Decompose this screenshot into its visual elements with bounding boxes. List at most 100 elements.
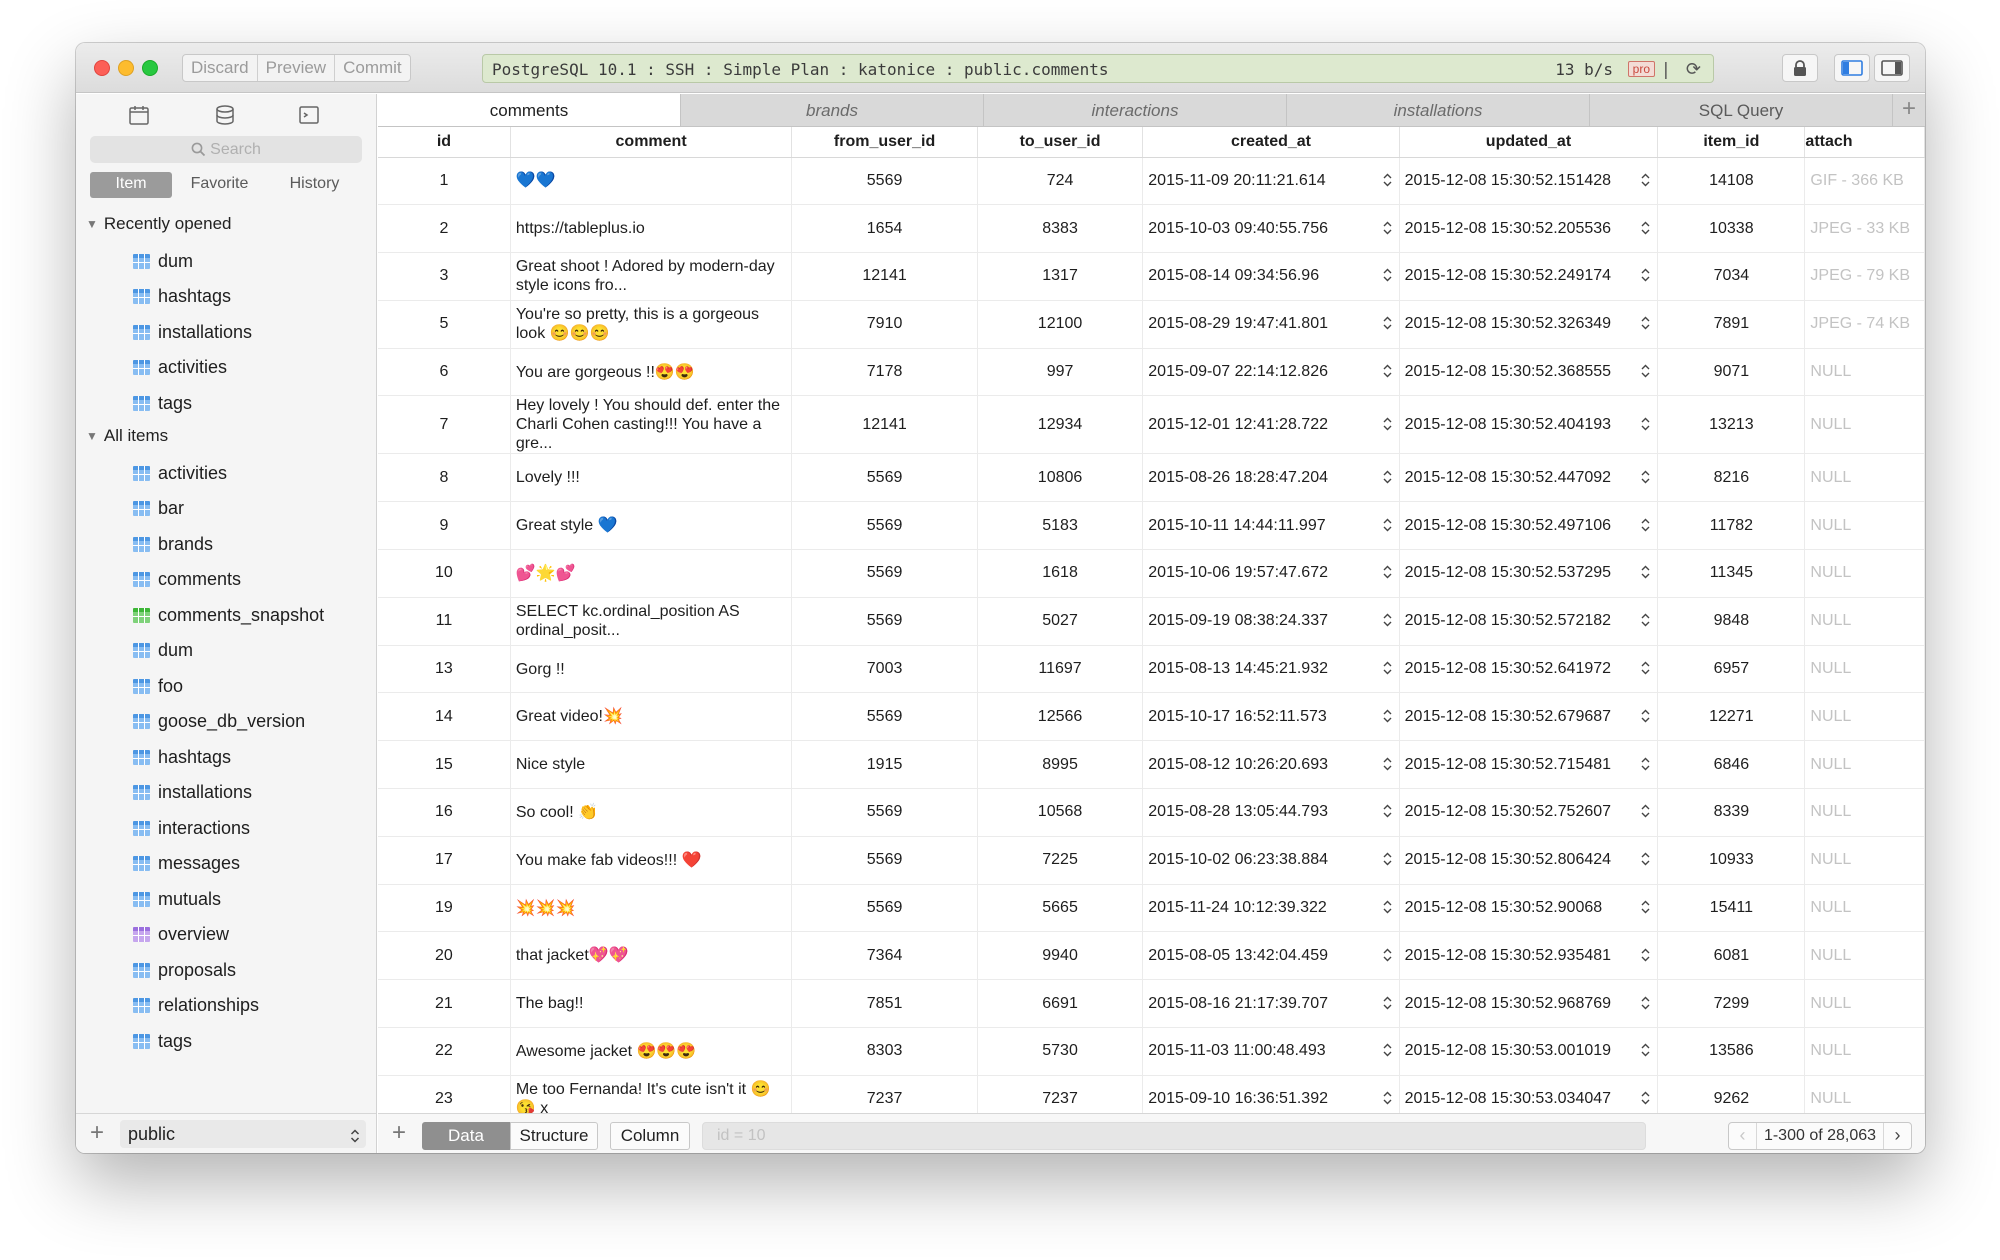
cell-updated-at[interactable]: 2015-12-08 15:30:52.151428 (1399, 157, 1659, 206)
cell-id[interactable]: 2 (378, 204, 511, 254)
stepper-icon[interactable] (1383, 709, 1392, 725)
table-row[interactable]: 16 So cool! 👏 5569 10568 2015-08-28 13:05:44… (378, 788, 1925, 837)
sidebar-item-installations[interactable]: installations (133, 778, 252, 808)
cell-comment[interactable]: Me too Fernanda! It's cute isn't it 😊 😘 … (510, 1075, 793, 1113)
cell-comment[interactable]: Great shoot ! Adored by modern-day style… (510, 252, 793, 301)
table-row[interactable]: 14 Great video!💥 5569 12566 2015-10-17 16:52… (378, 692, 1925, 742)
table-row[interactable]: 20 that jacket💖💖 7364 9940 2015-08-05 13:42… (378, 931, 1925, 981)
sidebar-item-proposals[interactable]: proposals (133, 955, 236, 985)
connection-status-bar[interactable]: PostgreSQL 10.1 : SSH : Simple Plan : ka… (482, 54, 1714, 83)
cell-from-user-id[interactable]: 5569 (791, 597, 978, 646)
stepper-icon[interactable] (1383, 804, 1392, 820)
toggle-left-panel-button[interactable] (1834, 54, 1870, 82)
cell-comment[interactable]: Lovely !!! (510, 453, 793, 503)
cell-attach[interactable]: NULL (1804, 788, 1925, 837)
sidebar-item-overview[interactable]: overview (133, 920, 229, 950)
cell-updated-at[interactable]: 2015-12-08 15:30:52.497106 (1399, 501, 1659, 551)
sidebar-item-installations[interactable]: installations (133, 317, 252, 347)
stepper-icon[interactable] (1641, 1091, 1650, 1107)
cell-id[interactable]: 17 (378, 836, 511, 885)
stepper-icon[interactable] (1641, 804, 1650, 820)
cell-item-id[interactable]: 7034 (1657, 252, 1806, 301)
calendar-icon[interactable] (128, 104, 150, 126)
stepper-icon[interactable] (1383, 996, 1392, 1012)
sidebar-item-comments-snapshot[interactable]: comments_snapshot (133, 600, 324, 630)
sidebar-item-mutuals[interactable]: mutuals (133, 884, 221, 914)
cell-attach[interactable]: NULL (1804, 348, 1925, 397)
sidebar-item-goose-db-version[interactable]: goose_db_version (133, 707, 305, 737)
table-row[interactable]: 22 Awesome jacket 😍😍😍 8303 5730 2015-11-03 1… (378, 1027, 1925, 1076)
cell-item-id[interactable]: 11782 (1657, 501, 1806, 551)
cell-from-user-id[interactable]: 5569 (791, 501, 978, 551)
stepper-icon[interactable] (1383, 417, 1392, 433)
cell-comment[interactable]: 💥💥💥 (510, 884, 793, 933)
cell-attach[interactable]: NULL (1804, 597, 1925, 646)
sidebar-item-comments[interactable]: comments (133, 565, 241, 595)
cell-to-user-id[interactable]: 5183 (977, 501, 1144, 551)
cell-created-at[interactable]: 2015-08-26 18:28:47.204 (1142, 453, 1400, 503)
stepper-icon[interactable] (1383, 1043, 1392, 1059)
cell-comment[interactable]: Great style 💙 (510, 501, 793, 551)
cell-id[interactable]: 11 (378, 597, 511, 646)
sidebar-item-tags[interactable]: tags (133, 388, 192, 418)
column-header-item-id[interactable]: item_id (1657, 127, 1806, 158)
cell-from-user-id[interactable]: 7910 (791, 300, 978, 349)
cell-attach[interactable]: JPEG - 33 KB (1804, 204, 1925, 254)
cell-comment[interactable]: Great video!💥 (510, 692, 793, 742)
cell-to-user-id[interactable]: 7225 (977, 836, 1144, 885)
cell-from-user-id[interactable]: 8303 (791, 1027, 978, 1076)
stepper-icon[interactable] (1641, 1043, 1650, 1059)
stepper-icon[interactable] (1383, 268, 1392, 284)
cell-updated-at[interactable]: 2015-12-08 15:30:52.90068 (1399, 884, 1659, 933)
filter-input[interactable]: id = 10 (702, 1122, 1646, 1150)
cell-created-at[interactable]: 2015-08-13 14:45:21.932 (1142, 645, 1400, 694)
cell-comment[interactable]: The bag!! (510, 979, 793, 1029)
cell-to-user-id[interactable]: 5730 (977, 1027, 1144, 1076)
cell-to-user-id[interactable]: 10806 (977, 453, 1144, 503)
stepper-icon[interactable] (1383, 661, 1392, 677)
cell-created-at[interactable]: 2015-09-19 08:38:24.337 (1142, 597, 1400, 646)
table-row[interactable]: 6 You are gorgeous !!😍😍 7178 997 2015-09-07 … (378, 348, 1925, 397)
stepper-icon[interactable] (1641, 316, 1650, 332)
cell-from-user-id[interactable]: 5569 (791, 836, 978, 885)
cell-created-at[interactable]: 2015-09-10 16:36:51.392 (1142, 1075, 1400, 1113)
cell-item-id[interactable]: 6081 (1657, 931, 1806, 981)
cell-created-at[interactable]: 2015-09-07 22:14:12.826 (1142, 348, 1400, 397)
cell-updated-at[interactable]: 2015-12-08 15:30:52.249174 (1399, 252, 1659, 301)
cell-item-id[interactable]: 7891 (1657, 300, 1806, 349)
sidebar-item-dum[interactable]: dum (133, 636, 193, 666)
table-row[interactable]: 3 Great shoot ! Adored by modern-day styl… (378, 252, 1925, 301)
cell-attach[interactable]: NULL (1804, 395, 1925, 455)
cell-from-user-id[interactable]: 5569 (791, 157, 978, 206)
cell-comment[interactable]: You're so pretty, this is a gorgeous loo… (510, 300, 793, 349)
structure-view-button[interactable]: Structure (510, 1122, 598, 1150)
table-row[interactable]: 17 You make fab videos!!! ❤️ 5569 7225 2015-… (378, 836, 1925, 885)
stepper-icon[interactable] (1641, 565, 1650, 581)
sidebar-item-hashtags[interactable]: hashtags (133, 742, 231, 772)
cell-comment[interactable]: You make fab videos!!! ❤️ (510, 836, 793, 885)
cell-comment[interactable]: that jacket💖💖 (510, 931, 793, 981)
cell-comment[interactable]: You are gorgeous !!😍😍 (510, 348, 793, 397)
cell-from-user-id[interactable]: 5569 (791, 884, 978, 933)
cell-to-user-id[interactable]: 12934 (977, 395, 1144, 455)
tab-brands[interactable]: brands (681, 94, 984, 126)
cell-id[interactable]: 21 (378, 979, 511, 1029)
cell-id[interactable]: 16 (378, 788, 511, 837)
cell-created-at[interactable]: 2015-08-29 19:47:41.801 (1142, 300, 1400, 349)
add-row-button[interactable]: + (392, 1119, 406, 1147)
cell-item-id[interactable]: 7299 (1657, 979, 1806, 1029)
stepper-icon[interactable] (1383, 518, 1392, 534)
cell-created-at[interactable]: 2015-10-11 14:44:11.997 (1142, 501, 1400, 551)
cell-comment[interactable]: Awesome jacket 😍😍😍 (510, 1027, 793, 1076)
cell-created-at[interactable]: 2015-08-14 09:34:56.96 (1142, 252, 1400, 301)
cell-item-id[interactable]: 13586 (1657, 1027, 1806, 1076)
stepper-icon[interactable] (1641, 661, 1650, 677)
cell-updated-at[interactable]: 2015-12-08 15:30:52.404193 (1399, 395, 1659, 455)
table-row[interactable]: 5 You're so pretty, this is a gorgeous lo… (378, 300, 1925, 349)
cell-updated-at[interactable]: 2015-12-08 15:30:52.679687 (1399, 692, 1659, 742)
cell-to-user-id[interactable]: 5027 (977, 597, 1144, 646)
cell-id[interactable]: 9 (378, 501, 511, 551)
sidebar-item-relationships[interactable]: relationships (133, 991, 259, 1021)
stepper-icon[interactable] (1383, 316, 1392, 332)
stepper-icon[interactable] (1383, 948, 1392, 964)
